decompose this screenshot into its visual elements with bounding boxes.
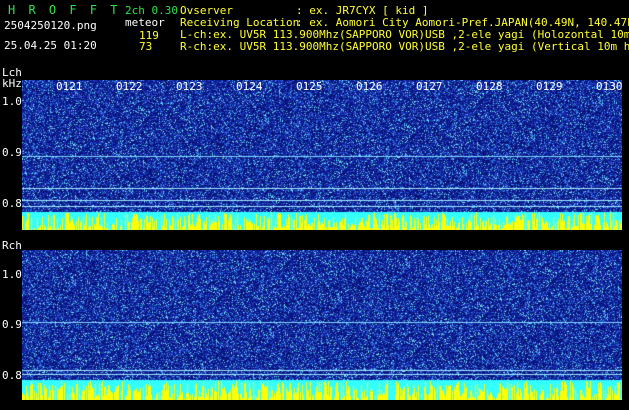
- hroft-window: H R O F F T 2ch 0.30 meteor 2504250120.p…: [0, 0, 629, 410]
- rch-meteor-count: 73: [139, 40, 153, 53]
- location-label: Receiving Location: [180, 16, 300, 29]
- filename-label: 2504250120.png: [4, 19, 97, 32]
- time-tick: 0123: [176, 80, 203, 93]
- rch-receiver-info: R-ch:ex. UV5R 113.900Mhz(SAPPORO VOR)USB…: [180, 40, 629, 53]
- lch-axis-0-9: 0.9: [2, 146, 22, 159]
- datetime-label: 25.04.25 01:20: [4, 39, 97, 52]
- location-value: : ex. Aomori City Aomori-Pref.JAPAN(40.4…: [296, 16, 629, 29]
- rch-spectrogram: [22, 250, 622, 400]
- app-title: H R O F F T: [8, 3, 121, 17]
- time-tick: 0121: [56, 80, 83, 93]
- time-tick: 0130: [596, 80, 623, 93]
- rch-axis-0-9: 0.9: [2, 318, 22, 331]
- observer-label: Ovserver: [180, 4, 233, 17]
- time-tick: 0125: [296, 80, 323, 93]
- rch-channel-label: Rch: [2, 239, 22, 252]
- rch-axis-1-0: 1.0: [2, 268, 22, 281]
- lch-unit-label: kHz: [2, 77, 22, 90]
- time-tick: 0126: [356, 80, 383, 93]
- time-tick: 0128: [476, 80, 503, 93]
- lch-receiver-info: L-ch:ex. UV5R 113.900Mhz(SAPPORO VOR)USB…: [180, 28, 629, 41]
- time-tick: 0129: [536, 80, 563, 93]
- observer-value: : ex. JR7CYX [ kid ]: [296, 4, 429, 17]
- mode-label: 2ch 0.30: [125, 4, 178, 17]
- meteor-label: meteor: [125, 16, 165, 29]
- time-tick: 0122: [116, 80, 143, 93]
- lch-spectrogram: [22, 80, 622, 230]
- rch-axis-0-8: 0.8: [2, 369, 22, 382]
- lch-axis-1-0: 1.0: [2, 95, 22, 108]
- time-tick: 0124: [236, 80, 263, 93]
- time-tick: 0127: [416, 80, 443, 93]
- lch-axis-0-8: 0.8: [2, 197, 22, 210]
